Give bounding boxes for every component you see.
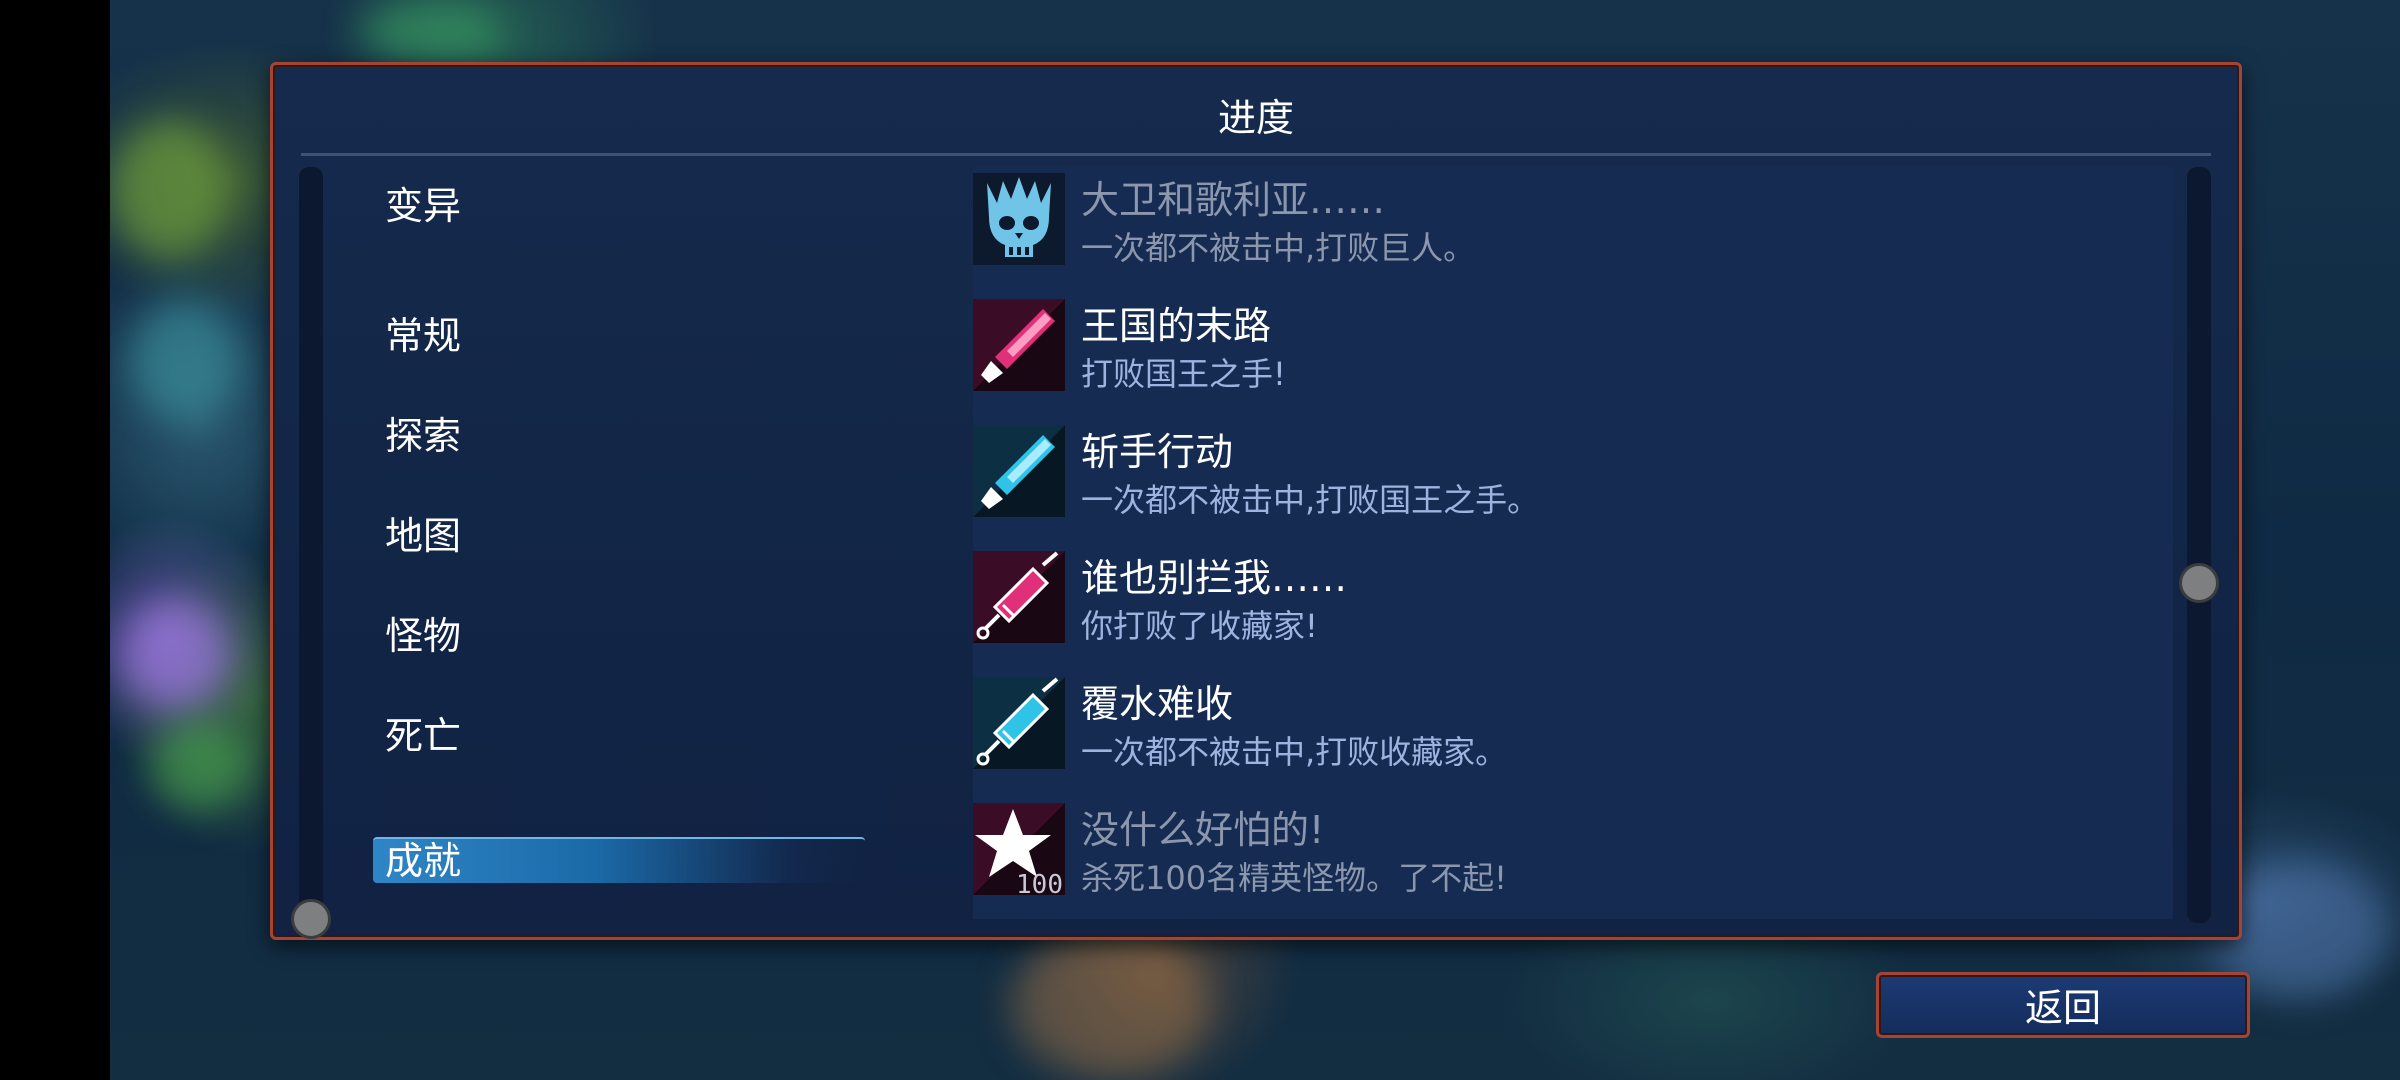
achievement-title: 覆水难收 [1081, 682, 1234, 726]
achievement-row[interactable]: 谁也别拦我…… 你打败了收藏家! [973, 551, 2173, 667]
nav-item-mutations[interactable]: 变异 [385, 175, 461, 230]
achievement-row[interactable]: 大卫和歌利亚…… 一次都不被击中,打败巨人。 [973, 173, 2173, 289]
nav-item-map[interactable]: 地图 [385, 505, 461, 560]
achievement-title: 没什么好怕的! [1081, 808, 1325, 852]
achievement-description: 一次都不被击中,打败国王之手。 [1081, 481, 1540, 519]
pink-crystal-icon [973, 299, 1065, 391]
achievement-title: 大卫和歌利亚…… [1081, 178, 1386, 222]
background-blob [360, 0, 500, 60]
achievement-row[interactable]: 覆水难收 一次都不被击中,打败收藏家。 [973, 677, 2173, 793]
achievement-title: 谁也别拦我…… [1081, 556, 1348, 600]
cyan-crystal-icon [973, 425, 1065, 517]
nav-scrollbar-track[interactable] [299, 167, 323, 923]
cyan-syringe-icon [973, 677, 1065, 769]
nav-item-general[interactable]: 常规 [385, 305, 461, 360]
nav-scrollbar-thumb[interactable] [291, 899, 331, 939]
pink-syringe-icon [973, 551, 1065, 643]
achievement-row[interactable]: 100 没什么好怕的! 杀死100名精英怪物。了不起! [973, 803, 2173, 919]
nav-item-monsters[interactable]: 怪物 [385, 605, 461, 660]
title-divider [301, 153, 2211, 156]
background-blob [110, 120, 230, 260]
achievement-row[interactable]: 王国的末路 打败国王之手! [973, 299, 2173, 415]
achievement-description: 一次都不被击中,打败巨人。 [1081, 229, 1476, 267]
nav-item-achievements[interactable]: 成就 [373, 837, 865, 883]
background-blob [130, 300, 240, 420]
giant-skull-icon [973, 173, 1065, 265]
background-blob [150, 720, 250, 810]
achievement-title: 斩手行动 [1081, 430, 1234, 474]
nav-item-deaths[interactable]: 死亡 [385, 705, 461, 760]
list-scrollbar-track[interactable] [2187, 167, 2211, 923]
achievement-counter: 100 [1016, 870, 1063, 895]
achievement-description: 你打败了收藏家! [1081, 607, 1318, 645]
achievement-description: 一次都不被击中,打败收藏家。 [1081, 733, 1508, 771]
nav-item-exploration[interactable]: 探索 [385, 405, 461, 460]
achievement-description: 杀死100名精英怪物。了不起! [1081, 859, 1507, 897]
star-100-icon: 100 [973, 803, 1065, 895]
progress-panel: 进度 变异 常规 探索 地图 怪物 死亡 成就 大卫和歌利亚…… 一次都不被击中 [270, 62, 2242, 940]
achievement-title: 王国的末路 [1081, 304, 1272, 348]
background-blob [1010, 930, 1210, 1080]
back-button[interactable]: 返回 [1876, 972, 2250, 1038]
panel-title: 进度 [1217, 96, 1294, 140]
list-scrollbar-thumb[interactable] [2179, 563, 2219, 603]
achievement-row[interactable]: 斩手行动 一次都不被击中,打败国王之手。 [973, 425, 2173, 541]
achievement-description: 打败国王之手! [1081, 355, 1286, 393]
background-blob [120, 600, 230, 710]
